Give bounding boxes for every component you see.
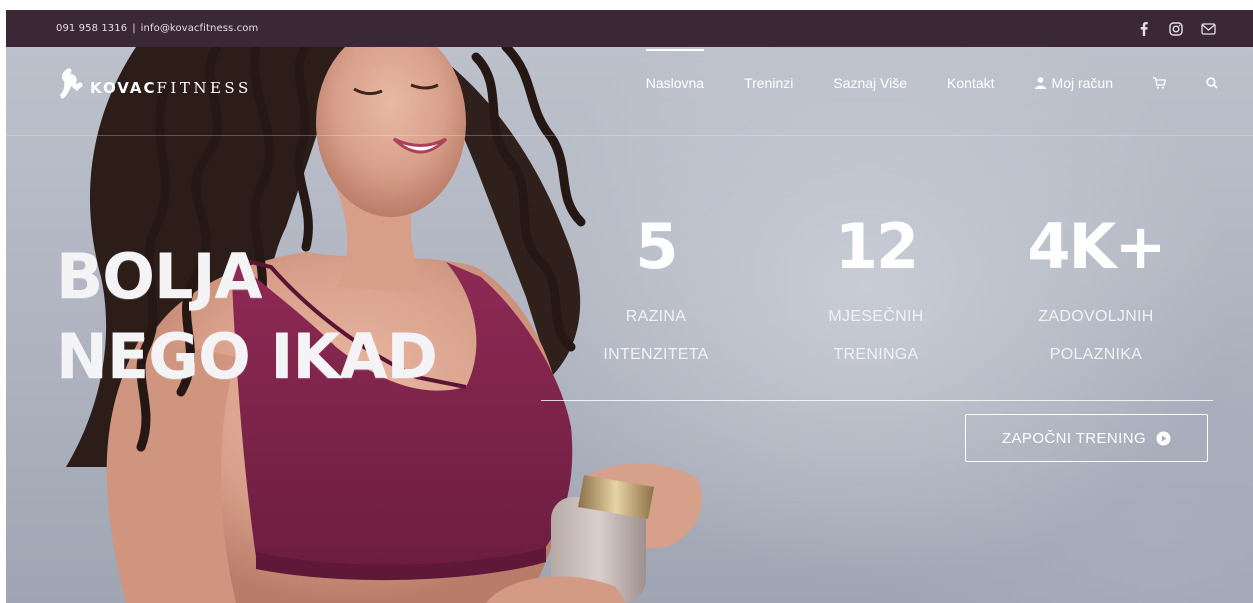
headline-line-2: NEGO IKAD [56,320,438,393]
site-logo[interactable]: KOVACFITNESS [58,65,252,101]
social-links [1136,21,1216,37]
stat-polaznika: 4K+ ZADOVOLJNIH POLAZNIKA [981,212,1211,374]
instagram-icon[interactable] [1168,21,1184,37]
stats-row: 5 RAZINA INTENZITETA 12 MJESEČNIH TRENIN… [541,212,1211,392]
logo-text-fitness: FITNESS [156,79,252,97]
hero-headline: BOLJA NEGO IKAD [56,237,438,397]
email-link[interactable]: info@kovacfitness.com [141,23,259,34]
play-circle-icon [1156,431,1171,445]
stat-razina: 5 RAZINA INTENZITETA [541,212,771,374]
top-bar: 091 958 1316 | info@kovacfitness.com [6,10,1253,47]
user-icon [1034,77,1046,89]
stat-label-line-1: RAZINA [625,308,687,325]
stat-value: 4K+ [1027,210,1166,283]
stat-value: 12 [834,210,919,283]
stat-label-line-1: ZADOVOLJNIH [1038,308,1154,325]
phone-number[interactable]: 091 958 1316 [56,23,127,34]
cart-icon[interactable] [1153,77,1166,89]
nav-item-moj-racun[interactable]: Moj račun [1034,75,1113,91]
headline-line-1: BOLJA [56,240,263,313]
start-training-label: ZAPOČNI TRENING [1001,429,1147,447]
nav-item-moj-racun-label: Moj račun [1051,75,1113,91]
facebook-icon[interactable] [1136,21,1152,37]
mail-icon[interactable] [1200,21,1216,37]
nav-item-saznaj-vise[interactable]: Saznaj Više [833,75,907,91]
nav-item-treninzi[interactable]: Treninzi [744,75,793,91]
page-frame: 091 958 1316 | info@kovacfitness.com KOV… [6,10,1253,603]
contact-separator: | [132,23,136,34]
stat-label-line-2: INTENZITETA [603,346,709,363]
stat-label-line-2: POLAZNIKA [1049,346,1143,363]
stats-divider [541,400,1213,401]
logo-wordmark: KOVACFITNESS [90,79,252,97]
site-header: KOVACFITNESS Naslovna Treninzi Saznaj Vi… [6,47,1253,136]
stat-treninga: 12 MJESEČNIH TRENINGA [761,212,991,374]
stat-label-line-2: TRENINGA [833,346,919,363]
main-nav: Naslovna Treninzi Saznaj Više Kontakt Mo… [645,47,1218,119]
nav-item-kontakt[interactable]: Kontakt [947,75,994,91]
hero-section: KOVACFITNESS Naslovna Treninzi Saznaj Vi… [6,47,1253,603]
stat-label-line-1: MJESEČNIH [828,308,924,325]
start-training-button[interactable]: ZAPOČNI TRENING [965,414,1208,462]
stat-label: RAZINA INTENZITETA [541,298,771,374]
stat-label: ZADOVOLJNIH POLAZNIKA [981,298,1211,374]
nav-item-naslovna[interactable]: Naslovna [645,49,705,91]
stat-label: MJESEČNIH TRENINGA [761,298,991,374]
search-icon[interactable] [1206,77,1218,89]
contact-info: 091 958 1316 | info@kovacfitness.com [56,23,258,34]
logo-text-kovac: KOVAC [90,79,157,97]
stat-value: 5 [635,210,678,283]
logo-figure-icon [60,68,83,99]
